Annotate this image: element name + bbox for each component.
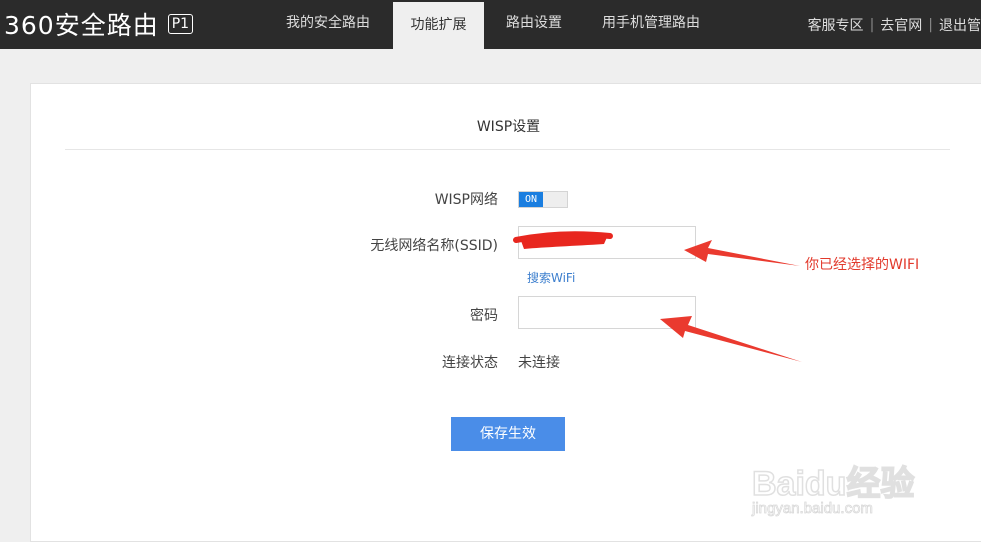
status-label: 连接状态 <box>442 355 498 371</box>
toggle-on-indicator: ON <box>519 192 543 207</box>
website-link[interactable]: 去官网 <box>880 15 922 35</box>
logo-text: 360安全路由 <box>4 11 159 40</box>
top-bar: 360安全路由 P1 我的安全路由 功能扩展 路由设置 用手机管理路由 客服专区… <box>0 0 981 49</box>
tab-my-router[interactable]: 我的安全路由 <box>270 0 386 49</box>
panel-title: WISP设置 <box>476 119 541 135</box>
tab-router-settings[interactable]: 路由设置 <box>492 0 576 49</box>
tab-mobile-manage[interactable]: 用手机管理路由 <box>590 0 712 49</box>
wisp-network-label: WISP网络 <box>434 192 498 208</box>
annotation-text: 你已经选择的WIFI <box>805 257 920 273</box>
status-value: 未连接 <box>518 355 560 371</box>
top-links: 客服专区 | 去官网 | 退出管 <box>808 0 981 49</box>
support-link[interactable]: 客服专区 <box>808 15 864 35</box>
separator: | <box>869 16 875 33</box>
watermark-url: jingyan.baidu.com <box>752 500 874 518</box>
logo[interactable]: 360安全路由 P1 <box>4 9 194 40</box>
password-input[interactable] <box>518 296 696 329</box>
wisp-toggle[interactable]: ON <box>518 191 568 208</box>
ssid-label: 无线网络名称(SSID) <box>370 238 498 254</box>
divider <box>65 149 950 150</box>
password-label: 密码 <box>470 308 498 324</box>
baidu-watermark: Baidu经验 jingyan.baidu.com <box>751 456 942 526</box>
logout-link[interactable]: 退出管 <box>939 15 981 35</box>
search-wifi-link[interactable]: 搜索WiFi <box>527 269 575 286</box>
tab-extensions[interactable]: 功能扩展 <box>393 2 484 49</box>
save-button[interactable]: 保存生效 <box>451 417 565 451</box>
ssid-input[interactable] <box>518 226 696 259</box>
separator: | <box>928 16 933 33</box>
watermark-brand: Baidu经验 <box>751 464 915 504</box>
model-badge: P1 <box>167 14 194 34</box>
